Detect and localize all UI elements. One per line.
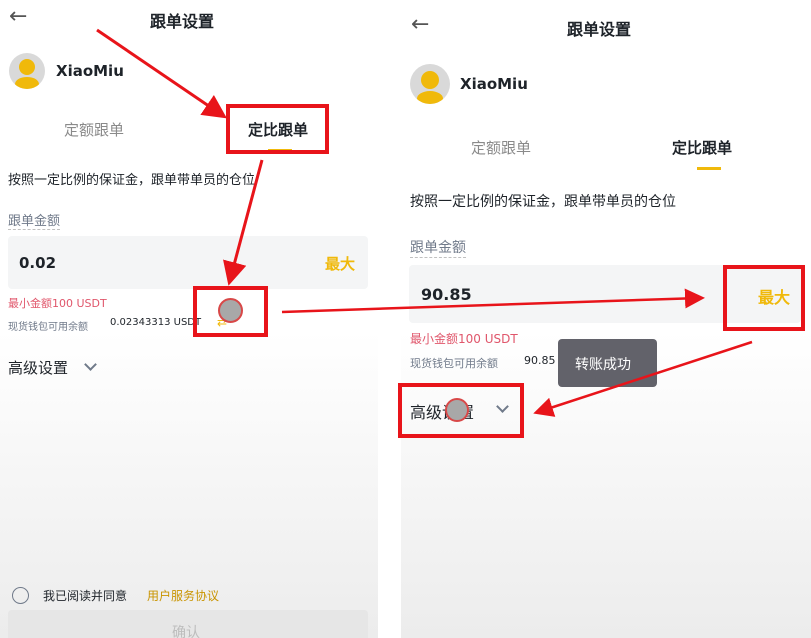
arrow-to-max — [281, 288, 705, 314]
arrow-to-transfer — [223, 159, 264, 286]
arrow-to-ratio-tab — [96, 28, 227, 119]
annotation-arrows — [96, 28, 753, 417]
arrow-to-advanced — [533, 340, 753, 417]
